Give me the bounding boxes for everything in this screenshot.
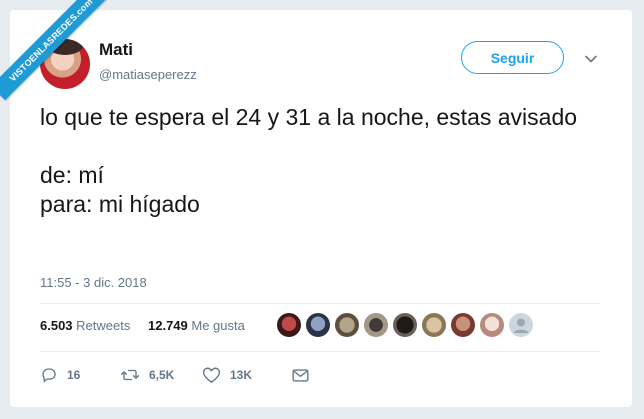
engagement-stats: 6.503 Retweets 12.749 Me gusta <box>40 318 259 333</box>
message-button[interactable] <box>292 365 318 385</box>
liker-avatar-3[interactable] <box>334 312 360 338</box>
liker-avatar-5[interactable] <box>392 312 418 338</box>
user-handle[interactable]: @matiaseperezz <box>99 67 197 82</box>
retweets-stat[interactable]: 6.503 Retweets <box>40 318 130 333</box>
liker-avatar-2[interactable] <box>305 312 331 338</box>
liker-avatar-4[interactable] <box>363 312 389 338</box>
liker-avatar-1[interactable] <box>276 312 302 338</box>
liker-avatar-9[interactable] <box>508 312 534 338</box>
liker-avatar-7[interactable] <box>450 312 476 338</box>
liker-avatar-6[interactable] <box>421 312 447 338</box>
follow-button[interactable]: Seguir <box>461 41 564 74</box>
reply-button[interactable]: 16 <box>40 365 80 385</box>
divider <box>40 303 600 304</box>
likes-stat[interactable]: 12.749 Me gusta <box>148 318 245 333</box>
reply-count: 16 <box>67 368 81 382</box>
retweet-button[interactable]: 6,5K <box>120 365 174 385</box>
user-name[interactable]: Mati <box>99 40 133 60</box>
retweet-count: 6,5K <box>149 368 175 382</box>
envelope-icon <box>292 368 309 382</box>
liker-avatar-8[interactable] <box>479 312 505 338</box>
reply-icon <box>42 368 56 383</box>
chevron-down-icon[interactable] <box>584 52 598 66</box>
like-count: 13K <box>230 368 253 382</box>
tweet-card: VISTOENLASREDES.com Mati @matiaseperezz … <box>0 0 632 407</box>
like-button[interactable]: 13K <box>202 365 252 385</box>
default-profile-icon <box>513 318 529 333</box>
timestamp[interactable]: 11:55 - 3 dic. 2018 <box>40 275 147 290</box>
heart-icon <box>202 367 221 383</box>
watermark-sub: .com <box>72 0 95 19</box>
tweet-text: lo que te espera el 24 y 31 a la noche, … <box>40 104 578 217</box>
retweet-icon <box>120 369 140 381</box>
divider <box>40 351 600 352</box>
